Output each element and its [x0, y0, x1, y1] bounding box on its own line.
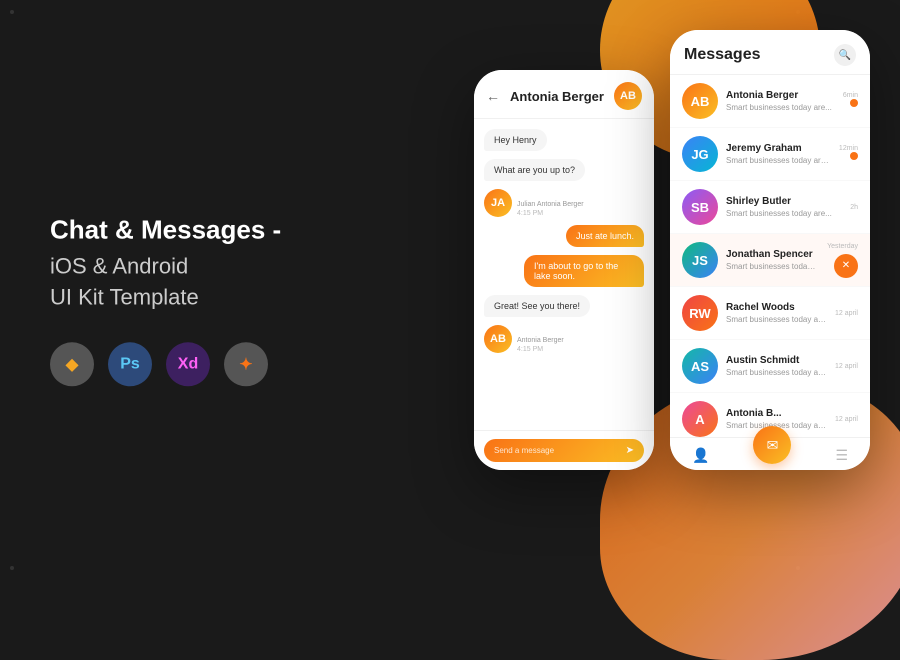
list-item[interactable]: AB Antonia Berger Smart businesses today…: [670, 75, 870, 128]
chat-message-outgoing: I'm about to go to the lake soon.: [524, 255, 644, 287]
main-title: Chat & Messages -: [50, 213, 330, 247]
contact-name: Shirley Butler: [726, 196, 842, 207]
contact-name: Antonia B...: [726, 408, 827, 419]
message-input[interactable]: Send a message ➤: [484, 439, 644, 462]
avatar: JG: [682, 136, 718, 172]
message-preview: Smart businesses today are...: [726, 156, 831, 165]
menu-nav-icon[interactable]: ☰: [835, 447, 848, 464]
chat-phone: ← Antonia Berger AB Hey Henry What are y…: [474, 70, 654, 470]
avatar: RW: [682, 295, 718, 331]
input-placeholder: Send a message: [494, 446, 554, 455]
message-preview: Smart businesses today are...: [726, 262, 819, 271]
left-section: Chat & Messages - iOS & Android UI Kit T…: [50, 213, 330, 386]
message-time: 12 april: [835, 310, 858, 317]
dots-top-left: for(let i=0;i<48;i++) document.currentSc…: [10, 10, 84, 14]
xd-icon: Xd: [166, 343, 210, 387]
dots-bottom-left: for(let i=0;i<48;i++) document.currentSc…: [10, 566, 84, 570]
chat-message-outgoing: Just ate lunch.: [566, 225, 644, 247]
contact-name: Jonathan Spencer: [726, 249, 819, 260]
message-time: 12 april: [835, 363, 858, 370]
messages-header: Messages 🔍: [670, 30, 870, 75]
messages-phone: Messages 🔍 AB Antonia Berger Smart busin…: [670, 30, 870, 470]
figma-icon: ✦: [224, 343, 268, 387]
chat-header: ← Antonia Berger AB: [474, 70, 654, 119]
search-button[interactable]: 🔍: [834, 44, 856, 66]
message-time: 2h: [850, 204, 858, 211]
list-item[interactable]: AS Austin Schmidt Smart businesses today…: [670, 340, 870, 393]
sub-title: iOS & Android UI Kit Template: [50, 251, 330, 313]
list-item[interactable]: RW Rachel Woods Smart businesses today a…: [670, 287, 870, 340]
list-item[interactable]: JG Jeremy Graham Smart businesses today …: [670, 128, 870, 181]
sketch-icon: ◆: [50, 343, 94, 387]
phones-container: ← Antonia Berger AB Hey Henry What are y…: [474, 30, 870, 470]
avatar: JS: [682, 242, 718, 278]
send-icon[interactable]: ➤: [626, 445, 634, 456]
delete-button[interactable]: ✕: [834, 254, 858, 278]
message-info: Jeremy Graham Smart businesses today are…: [726, 143, 831, 165]
chat-body: Hey Henry What are you up to? JA Julian …: [474, 119, 654, 430]
message-sender: Julian Antonia Berger: [517, 201, 584, 208]
message-time: 6min: [843, 92, 858, 99]
chat-contact-name: Antonia Berger: [500, 89, 614, 104]
message-sender: Antonia Berger: [517, 337, 564, 344]
message-time: 4:15 PM: [517, 210, 584, 217]
messages-title: Messages: [684, 46, 761, 64]
contact-name: Antonia Berger: [726, 90, 835, 101]
compose-fab[interactable]: ✉: [753, 426, 791, 464]
message-info: Jonathan Spencer Smart businesses today …: [726, 249, 819, 271]
list-item[interactable]: SB Shirley Butler Smart businesses today…: [670, 181, 870, 234]
message-preview: Smart businesses today are...: [726, 368, 827, 377]
message-info: Antonia Berger Smart businesses today ar…: [726, 90, 835, 112]
messages-list: AB Antonia Berger Smart businesses today…: [670, 75, 870, 437]
photoshop-icon: Ps: [108, 343, 152, 387]
message-preview: Smart businesses today are...: [726, 209, 842, 218]
chat-message: What are you up to?: [484, 159, 585, 181]
message-time: 4:15 PM: [517, 346, 564, 353]
message-time: 12 april: [835, 416, 858, 423]
chat-message: Great! See you there!: [484, 295, 590, 317]
tool-icons-row: ◆ Ps Xd ✦: [50, 343, 330, 387]
avatar: AS: [682, 348, 718, 384]
message-time: Yesterday: [827, 243, 858, 250]
list-item[interactable]: JS Jonathan Spencer Smart businesses tod…: [670, 234, 870, 287]
chat-message: Hey Henry: [484, 129, 547, 151]
avatar: A: [682, 401, 718, 437]
message-info: Rachel Woods Smart businesses today are.…: [726, 302, 827, 324]
message-avatar: JA: [484, 189, 512, 217]
chat-avatar: AB: [614, 82, 642, 110]
chat-message-with-avatar: AB Antonia Berger 4:15 PM: [484, 325, 644, 353]
bottom-navigation: 👤 ✉ ☰: [670, 437, 870, 470]
message-preview: Smart businesses today are...: [726, 103, 835, 112]
chat-message-with-avatar: JA Julian Antonia Berger 4:15 PM: [484, 189, 644, 217]
message-time: 12min: [839, 145, 858, 152]
message-avatar: AB: [484, 325, 512, 353]
unread-indicator: [850, 152, 858, 160]
unread-indicator: [850, 99, 858, 107]
back-arrow-icon[interactable]: ←: [486, 88, 500, 104]
message-info: Austin Schmidt Smart businesses today ar…: [726, 355, 827, 377]
message-info: Shirley Butler Smart businesses today ar…: [726, 196, 842, 218]
avatar: AB: [682, 83, 718, 119]
contacts-nav-icon[interactable]: 👤: [692, 447, 709, 464]
message-preview: Smart businesses today are...: [726, 315, 827, 324]
contact-name: Jeremy Graham: [726, 143, 831, 154]
contact-name: Rachel Woods: [726, 302, 827, 313]
chat-footer: Send a message ➤: [474, 430, 654, 470]
contact-name: Austin Schmidt: [726, 355, 827, 366]
avatar: SB: [682, 189, 718, 225]
